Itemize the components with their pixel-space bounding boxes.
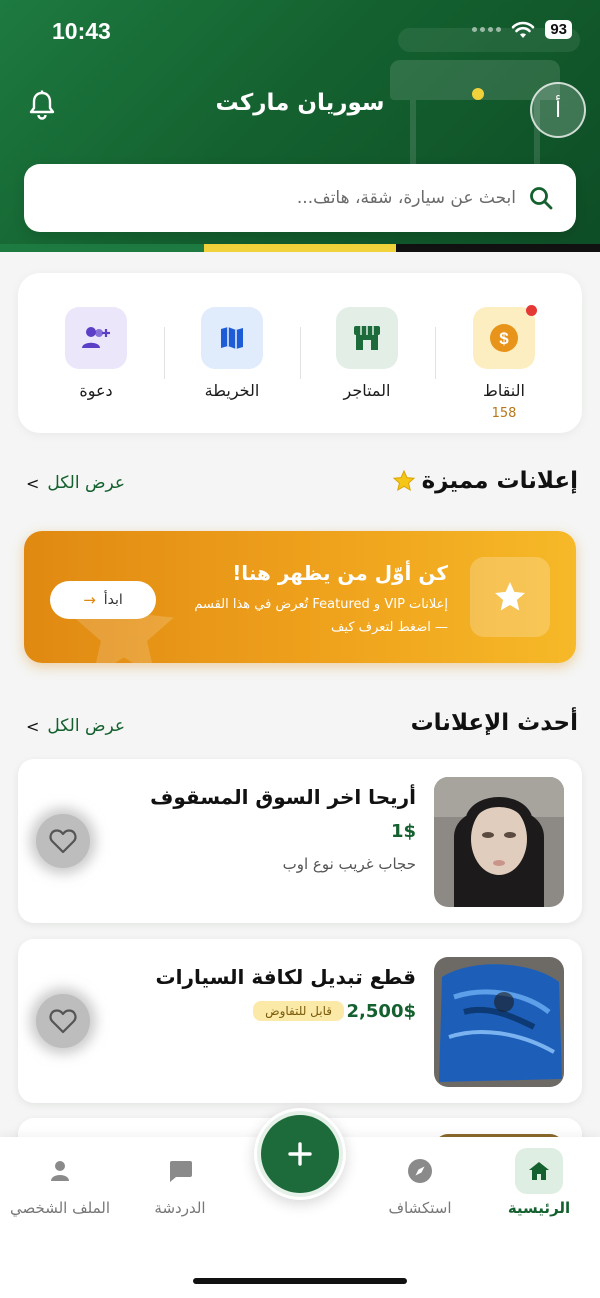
start-button-label: ابدأ	[103, 592, 123, 608]
stores-tile	[336, 307, 398, 369]
nav-label: الرئيسية	[507, 1199, 571, 1217]
store-icon	[354, 326, 380, 350]
search-icon	[530, 187, 553, 210]
featured-title-text: إعلانات مميزة	[421, 468, 578, 494]
chevron-left-icon: <	[26, 716, 40, 736]
notification-bell-icon[interactable]	[28, 90, 56, 120]
points-tile: $	[473, 305, 537, 369]
invite-user-icon	[82, 327, 110, 348]
search-input[interactable]	[46, 188, 516, 208]
listing-title: قطع تبديل لكافة السيارات	[155, 965, 416, 989]
battery-indicator: 93	[545, 20, 572, 39]
nav-label: الملف الشخصي	[10, 1199, 110, 1217]
app-title: سوريان ماركت	[215, 90, 385, 116]
nav-profile[interactable]: الملف الشخصي	[0, 1147, 125, 1217]
star-tile	[470, 557, 550, 637]
listing-card[interactable]: قطع تبديل لكافة السيارات 2,500$ قابل للت…	[18, 939, 582, 1103]
quick-action-label: النقاط	[483, 381, 525, 400]
quick-action-stores[interactable]: المتاجر	[322, 307, 412, 400]
search-bar[interactable]	[24, 164, 576, 232]
heart-icon	[49, 829, 77, 854]
coin-icon: $	[490, 324, 518, 352]
nav-label: استكشاف	[388, 1199, 452, 1217]
chevron-left-icon: <	[26, 473, 40, 493]
banner-subtitle-2: — اضغط لتعرف كيف	[330, 620, 448, 635]
map-icon	[221, 327, 243, 349]
banner-title: كن أوّل من يظهر هنا!	[232, 561, 448, 585]
divider	[164, 327, 165, 379]
listing-thumbnail	[434, 777, 564, 907]
see-all-label: عرض الكل	[47, 473, 126, 493]
compass-icon	[408, 1159, 432, 1183]
home-icon	[529, 1162, 549, 1180]
svg-text:$: $	[499, 329, 509, 348]
arrow-right-icon: →	[83, 591, 96, 609]
featured-see-all-link[interactable]: < عرض الكل	[26, 473, 125, 493]
invite-tile	[65, 307, 127, 369]
quick-action-label: الخريطة	[204, 381, 260, 400]
status-icons: 93	[472, 20, 572, 39]
favorite-button[interactable]	[36, 994, 90, 1048]
see-all-label: عرض الكل	[47, 716, 126, 736]
quick-action-points[interactable]: $ النقاط 158	[459, 305, 549, 421]
listing-thumbnail	[434, 957, 564, 1087]
map-tile	[201, 307, 263, 369]
listing-description: حجاب غريب نوع اوب	[282, 855, 416, 873]
featured-section-title: إعلانات مميزة	[392, 468, 578, 494]
nav-home[interactable]: الرئيسية	[474, 1147, 600, 1217]
quick-actions-card: $ النقاط 158 المتاجر الخريطة دعوة	[18, 273, 582, 433]
listing-title: أريحا اخر السوق المسقوف	[150, 785, 416, 809]
start-button[interactable]: → ابدأ	[50, 581, 156, 619]
home-indicator	[193, 1278, 407, 1284]
wifi-icon	[512, 21, 535, 38]
avatar[interactable]: أ	[530, 82, 586, 138]
heart-icon	[49, 1009, 77, 1034]
quick-action-label: المتاجر	[343, 381, 391, 400]
negotiable-badge: قابل للتفاوض	[253, 1001, 344, 1021]
add-listing-button[interactable]	[254, 1108, 346, 1200]
points-count: 158	[491, 406, 517, 421]
header-flag-stripe	[0, 244, 600, 252]
star-icon	[495, 582, 525, 611]
banner-subtitle: إعلانات VIP و Featured تُعرض في هذا القس…	[194, 597, 448, 612]
latest-section-title: أحدث الإعلانات	[410, 710, 578, 736]
featured-promo-banner[interactable]: كن أوّل من يظهر هنا! إعلانات VIP و Featu…	[24, 531, 576, 663]
chat-icon	[170, 1161, 192, 1182]
nav-label: الدردشة	[154, 1199, 206, 1217]
divider	[300, 327, 301, 379]
user-icon	[51, 1161, 69, 1181]
nav-explore[interactable]: استكشاف	[355, 1147, 485, 1217]
listing-price: 2,500$	[346, 1001, 416, 1022]
status-time: 10:43	[52, 18, 111, 44]
listing-price: 1$	[390, 821, 416, 842]
signal-icon	[472, 27, 502, 32]
plus-icon	[288, 1142, 312, 1166]
favorite-button[interactable]	[36, 814, 90, 868]
notification-dot	[526, 305, 537, 316]
divider	[435, 327, 436, 379]
listing-card[interactable]: أريحا اخر السوق المسقوف 1$ حجاب غريب نوع…	[18, 759, 582, 923]
latest-see-all-link[interactable]: < عرض الكل	[26, 716, 125, 736]
add-listing-circle	[261, 1115, 339, 1193]
quick-action-invite[interactable]: دعوة	[51, 307, 141, 400]
nav-chat[interactable]: الدردشة	[115, 1147, 245, 1217]
quick-action-label: دعوة	[79, 381, 113, 400]
star-icon	[392, 469, 415, 492]
quick-action-map[interactable]: الخريطة	[187, 307, 277, 400]
status-dot	[472, 88, 484, 100]
